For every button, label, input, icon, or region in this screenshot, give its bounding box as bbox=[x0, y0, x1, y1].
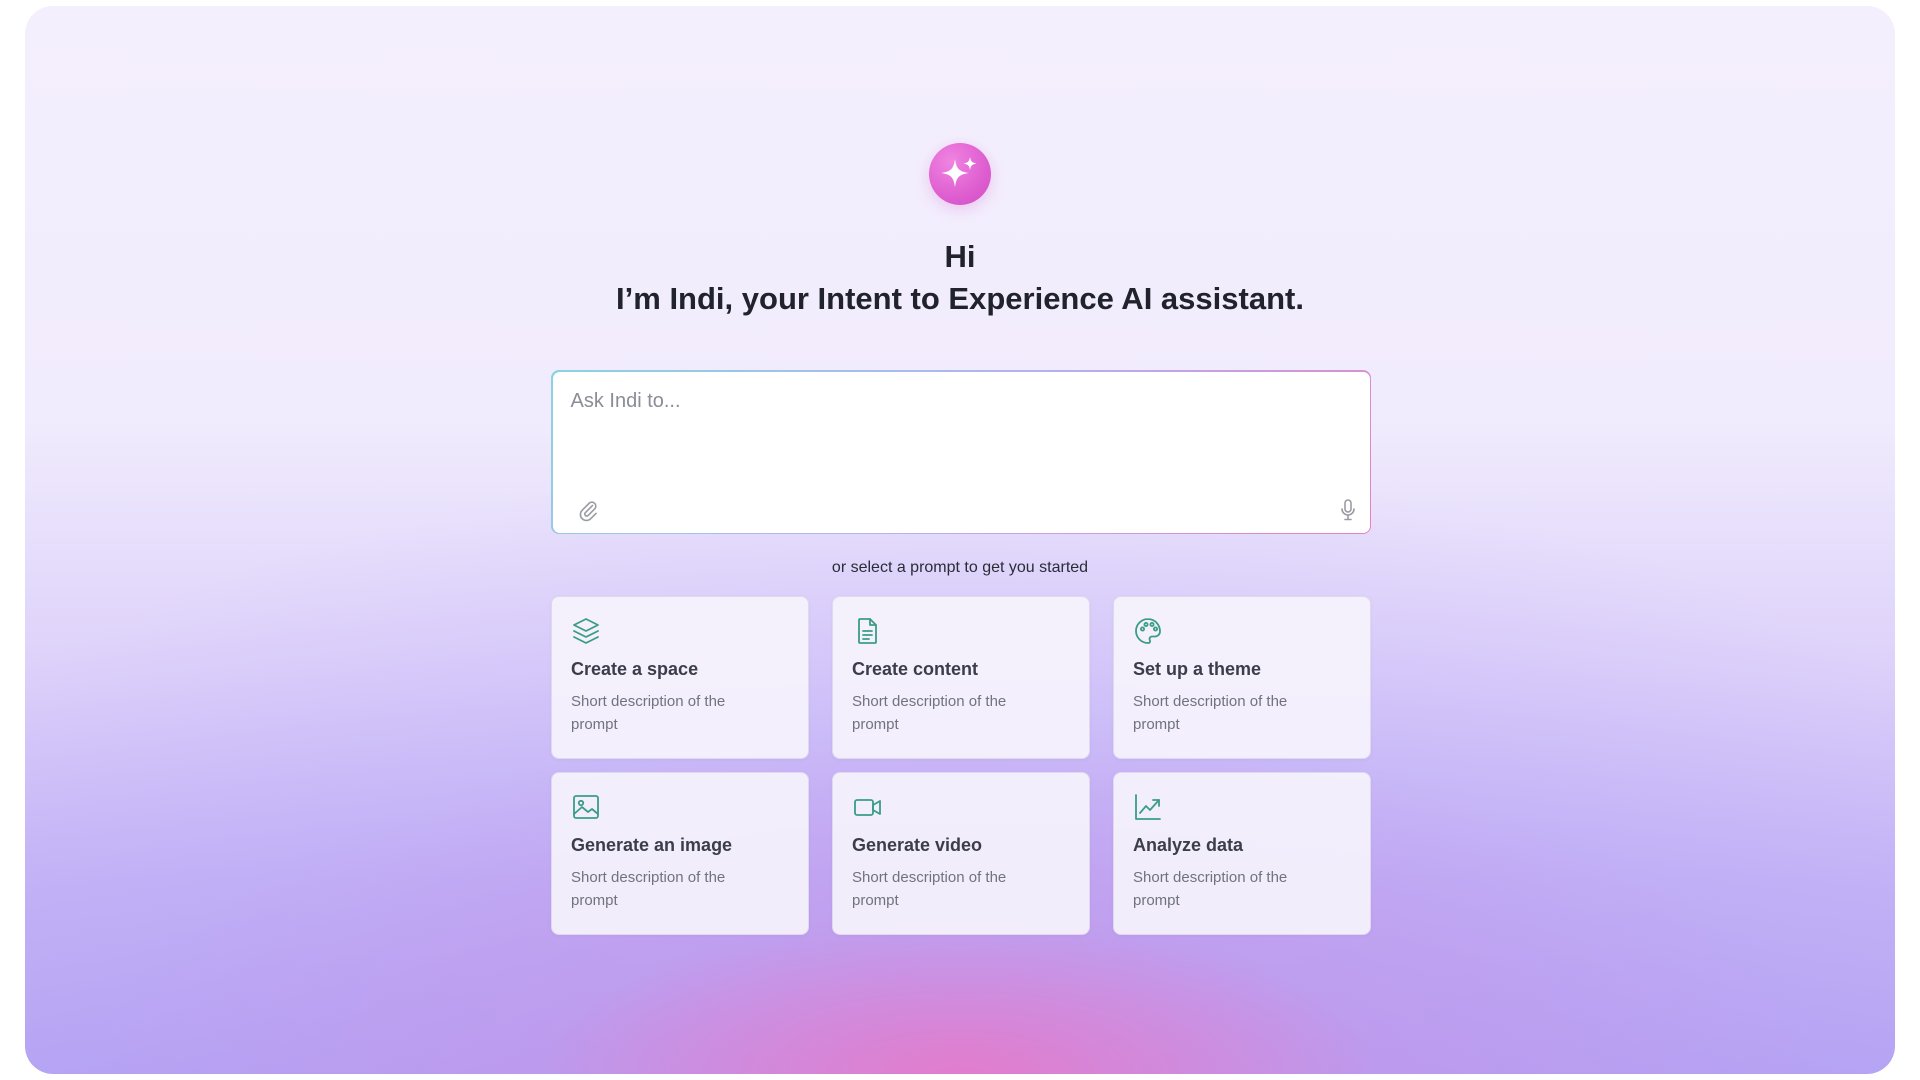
app-background: Hi I’m Indi, your Intent to Experience A… bbox=[25, 6, 1895, 1074]
card-title: Analyze data bbox=[1133, 835, 1244, 855]
prompt-card-analyze-data[interactable]: Analyze data Short description of the pr… bbox=[1113, 772, 1371, 935]
video-icon bbox=[852, 792, 882, 822]
card-description: Short description of the prompt bbox=[571, 869, 726, 909]
card-title: Generate an image bbox=[571, 835, 733, 855]
layers-icon bbox=[571, 616, 601, 646]
card-description: Short description of the prompt bbox=[852, 869, 1007, 909]
greeting-subtitle: I’m Indi, your Intent to Experience AI a… bbox=[616, 281, 1304, 316]
prompt-card-generate-image[interactable]: Generate an image Short description of t… bbox=[551, 772, 809, 935]
image-icon bbox=[571, 792, 601, 822]
attach-paperclip-icon[interactable] bbox=[577, 498, 599, 522]
card-title: Generate video bbox=[852, 835, 983, 855]
document-icon bbox=[852, 616, 882, 646]
prompt-card-create-content[interactable]: Create content Short description of the … bbox=[832, 596, 1090, 759]
microphone-icon[interactable] bbox=[1339, 498, 1357, 522]
greeting-title: Hi bbox=[944, 239, 976, 274]
card-title: Set up a theme bbox=[1133, 659, 1262, 679]
prompt-card-create-space[interactable]: Create a space Short description of the … bbox=[551, 596, 809, 759]
sparkle-logo-icon bbox=[929, 143, 991, 205]
card-description: Short description of the prompt bbox=[1133, 693, 1288, 733]
prompt-box bbox=[551, 370, 1371, 534]
card-title: Create a space bbox=[571, 659, 699, 679]
prompt-box-inner bbox=[552, 371, 1370, 533]
chart-line-icon bbox=[1133, 792, 1163, 822]
prompt-card-generate-video[interactable]: Generate video Short description of the … bbox=[832, 772, 1090, 935]
card-description: Short description of the prompt bbox=[1133, 869, 1288, 909]
prompt-card-set-up-theme[interactable]: Set up a theme Short description of the … bbox=[1113, 596, 1371, 759]
card-description: Short description of the prompt bbox=[852, 693, 1007, 733]
prompt-hint-text: or select a prompt to get you started bbox=[831, 559, 1089, 576]
card-title: Create content bbox=[852, 659, 979, 679]
prompt-input[interactable] bbox=[568, 387, 1353, 452]
card-description: Short description of the prompt bbox=[571, 693, 726, 733]
palette-icon bbox=[1133, 616, 1163, 646]
